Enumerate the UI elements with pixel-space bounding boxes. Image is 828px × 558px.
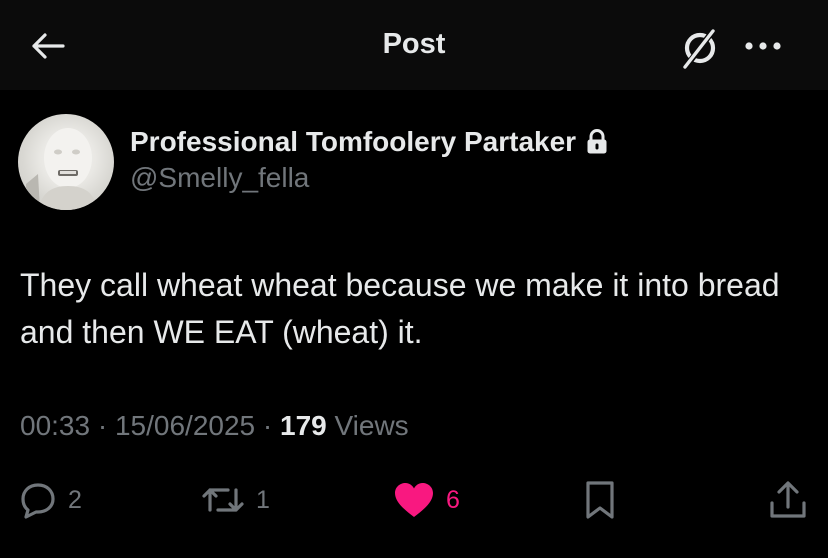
grok-button[interactable]	[676, 24, 724, 72]
share-icon	[770, 481, 806, 518]
like-count: 6	[446, 485, 460, 514]
meta-separator: ·	[262, 410, 273, 441]
post-date[interactable]: 15/06/2025	[115, 410, 255, 441]
repost-count: 1	[256, 485, 270, 514]
heart-icon	[395, 483, 433, 517]
post-metadata: 00:33 · 15/06/2025 · 179 Views	[20, 410, 409, 442]
reply-count: 2	[68, 485, 82, 514]
more-horizontal-icon	[745, 42, 781, 50]
views-count[interactable]: 179	[280, 410, 327, 441]
reply-button[interactable]: 2	[18, 478, 82, 522]
post-time[interactable]: 00:33	[20, 410, 90, 441]
views-label: Views	[334, 410, 409, 441]
lock-icon	[586, 129, 608, 155]
avatar-face-image	[26, 128, 98, 210]
share-button[interactable]	[766, 478, 810, 522]
author-handle[interactable]: @Smelly_fella	[130, 162, 309, 194]
repost-icon	[202, 488, 244, 512]
author-name-row: Professional Tomfoolery Partaker	[130, 124, 608, 160]
top-bar: Post	[0, 0, 828, 90]
more-options-button[interactable]	[736, 24, 790, 68]
avatar[interactable]	[18, 114, 114, 210]
post-text: They call wheat wheat because we make it…	[20, 267, 780, 350]
meta-separator: ·	[97, 410, 108, 441]
like-button[interactable]: 6	[392, 478, 460, 522]
bookmark-button[interactable]	[580, 478, 620, 522]
grok-icon	[683, 29, 716, 69]
author-display-name[interactable]: Professional Tomfoolery Partaker	[130, 126, 576, 158]
reply-icon	[21, 483, 55, 519]
bookmark-icon	[586, 481, 614, 519]
repost-button[interactable]: 1	[200, 478, 270, 522]
